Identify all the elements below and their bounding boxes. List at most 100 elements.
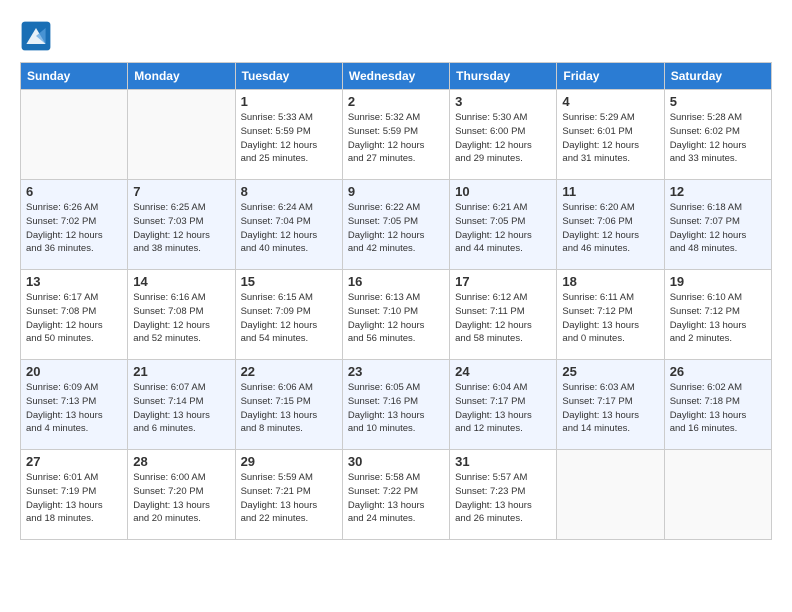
calendar-header-sunday: Sunday	[21, 63, 128, 90]
day-info: Sunrise: 6:20 AM Sunset: 7:06 PM Dayligh…	[562, 201, 658, 256]
day-number: 15	[241, 274, 337, 289]
day-number: 19	[670, 274, 766, 289]
day-number: 5	[670, 94, 766, 109]
day-info: Sunrise: 6:12 AM Sunset: 7:11 PM Dayligh…	[455, 291, 551, 346]
page-header	[20, 20, 772, 52]
calendar-cell: 2 Sunrise: 5:32 AM Sunset: 5:59 PM Daylig…	[342, 90, 449, 180]
calendar-header-row: SundayMondayTuesdayWednesdayThursdayFrid…	[21, 63, 772, 90]
day-number: 18	[562, 274, 658, 289]
day-info: Sunrise: 6:15 AM Sunset: 7:09 PM Dayligh…	[241, 291, 337, 346]
calendar-cell: 29 Sunrise: 5:59 AM Sunset: 7:21 PM Dayli…	[235, 450, 342, 540]
calendar-cell: 18 Sunrise: 6:11 AM Sunset: 7:12 PM Dayli…	[557, 270, 664, 360]
day-number: 28	[133, 454, 229, 469]
calendar-cell: 13 Sunrise: 6:17 AM Sunset: 7:08 PM Dayli…	[21, 270, 128, 360]
day-info: Sunrise: 6:25 AM Sunset: 7:03 PM Dayligh…	[133, 201, 229, 256]
day-number: 17	[455, 274, 551, 289]
calendar-header-friday: Friday	[557, 63, 664, 90]
day-number: 27	[26, 454, 122, 469]
day-number: 26	[670, 364, 766, 379]
calendar-header-saturday: Saturday	[664, 63, 771, 90]
day-info: Sunrise: 6:09 AM Sunset: 7:13 PM Dayligh…	[26, 381, 122, 436]
day-number: 25	[562, 364, 658, 379]
calendar-cell: 9 Sunrise: 6:22 AM Sunset: 7:05 PM Daylig…	[342, 180, 449, 270]
calendar-cell: 17 Sunrise: 6:12 AM Sunset: 7:11 PM Dayli…	[450, 270, 557, 360]
day-info: Sunrise: 5:32 AM Sunset: 5:59 PM Dayligh…	[348, 111, 444, 166]
calendar-cell: 6Sunrise: 6:26 AM Sunset: 7:02 PM Daylig…	[21, 180, 128, 270]
calendar-header-thursday: Thursday	[450, 63, 557, 90]
calendar-cell: 8 Sunrise: 6:24 AM Sunset: 7:04 PM Daylig…	[235, 180, 342, 270]
day-number: 1	[241, 94, 337, 109]
day-info: Sunrise: 6:16 AM Sunset: 7:08 PM Dayligh…	[133, 291, 229, 346]
day-info: Sunrise: 6:03 AM Sunset: 7:17 PM Dayligh…	[562, 381, 658, 436]
calendar-cell: 14 Sunrise: 6:16 AM Sunset: 7:08 PM Dayli…	[128, 270, 235, 360]
calendar-cell: 28 Sunrise: 6:00 AM Sunset: 7:20 PM Dayli…	[128, 450, 235, 540]
day-info: Sunrise: 6:21 AM Sunset: 7:05 PM Dayligh…	[455, 201, 551, 256]
day-number: 16	[348, 274, 444, 289]
day-number: 3	[455, 94, 551, 109]
calendar-cell: 16 Sunrise: 6:13 AM Sunset: 7:10 PM Dayli…	[342, 270, 449, 360]
day-info: Sunrise: 6:00 AM Sunset: 7:20 PM Dayligh…	[133, 471, 229, 526]
calendar-cell: 10 Sunrise: 6:21 AM Sunset: 7:05 PM Dayli…	[450, 180, 557, 270]
calendar-cell: 21Sunrise: 6:07 AM Sunset: 7:14 PM Dayli…	[128, 360, 235, 450]
day-info: Sunrise: 6:18 AM Sunset: 7:07 PM Dayligh…	[670, 201, 766, 256]
day-info: Sunrise: 6:11 AM Sunset: 7:12 PM Dayligh…	[562, 291, 658, 346]
calendar-cell	[128, 90, 235, 180]
calendar-cell: 22Sunrise: 6:06 AM Sunset: 7:15 PM Dayli…	[235, 360, 342, 450]
day-info: Sunrise: 5:58 AM Sunset: 7:22 PM Dayligh…	[348, 471, 444, 526]
day-info: Sunrise: 6:24 AM Sunset: 7:04 PM Dayligh…	[241, 201, 337, 256]
day-number: 10	[455, 184, 551, 199]
calendar-cell: 3Sunrise: 5:30 AM Sunset: 6:00 PM Daylig…	[450, 90, 557, 180]
day-info: Sunrise: 6:06 AM Sunset: 7:15 PM Dayligh…	[241, 381, 337, 436]
calendar-cell: 26 Sunrise: 6:02 AM Sunset: 7:18 PM Dayli…	[664, 360, 771, 450]
day-info: Sunrise: 6:02 AM Sunset: 7:18 PM Dayligh…	[670, 381, 766, 436]
day-info: Sunrise: 5:57 AM Sunset: 7:23 PM Dayligh…	[455, 471, 551, 526]
calendar-cell: 27 Sunrise: 6:01 AM Sunset: 7:19 PM Dayli…	[21, 450, 128, 540]
day-info: Sunrise: 6:22 AM Sunset: 7:05 PM Dayligh…	[348, 201, 444, 256]
calendar-cell: 7Sunrise: 6:25 AM Sunset: 7:03 PM Daylig…	[128, 180, 235, 270]
day-number: 24	[455, 364, 551, 379]
day-info: Sunrise: 6:01 AM Sunset: 7:19 PM Dayligh…	[26, 471, 122, 526]
day-info: Sunrise: 6:13 AM Sunset: 7:10 PM Dayligh…	[348, 291, 444, 346]
day-number: 13	[26, 274, 122, 289]
calendar-header-monday: Monday	[128, 63, 235, 90]
day-number: 20	[26, 364, 122, 379]
logo	[20, 20, 56, 52]
day-number: 2	[348, 94, 444, 109]
calendar-week-row: 13 Sunrise: 6:17 AM Sunset: 7:08 PM Dayli…	[21, 270, 772, 360]
day-info: Sunrise: 5:28 AM Sunset: 6:02 PM Dayligh…	[670, 111, 766, 166]
calendar-cell: 1 Sunrise: 5:33 AM Sunset: 5:59 PM Daylig…	[235, 90, 342, 180]
day-number: 29	[241, 454, 337, 469]
calendar-week-row: 20 Sunrise: 6:09 AM Sunset: 7:13 PM Dayli…	[21, 360, 772, 450]
calendar-cell: 5 Sunrise: 5:28 AM Sunset: 6:02 PM Daylig…	[664, 90, 771, 180]
day-info: Sunrise: 5:59 AM Sunset: 7:21 PM Dayligh…	[241, 471, 337, 526]
day-number: 4	[562, 94, 658, 109]
day-number: 9	[348, 184, 444, 199]
calendar-cell	[21, 90, 128, 180]
day-info: Sunrise: 5:33 AM Sunset: 5:59 PM Dayligh…	[241, 111, 337, 166]
calendar-cell: 23Sunrise: 6:05 AM Sunset: 7:16 PM Dayli…	[342, 360, 449, 450]
calendar-cell: 4 Sunrise: 5:29 AM Sunset: 6:01 PM Daylig…	[557, 90, 664, 180]
day-number: 31	[455, 454, 551, 469]
calendar-cell: 25 Sunrise: 6:03 AM Sunset: 7:17 PM Dayli…	[557, 360, 664, 450]
calendar-cell	[664, 450, 771, 540]
day-info: Sunrise: 6:17 AM Sunset: 7:08 PM Dayligh…	[26, 291, 122, 346]
day-info: Sunrise: 5:29 AM Sunset: 6:01 PM Dayligh…	[562, 111, 658, 166]
calendar-header-wednesday: Wednesday	[342, 63, 449, 90]
calendar-cell: 11 Sunrise: 6:20 AM Sunset: 7:06 PM Dayli…	[557, 180, 664, 270]
day-info: Sunrise: 6:05 AM Sunset: 7:16 PM Dayligh…	[348, 381, 444, 436]
day-number: 8	[241, 184, 337, 199]
day-info: Sunrise: 6:10 AM Sunset: 7:12 PM Dayligh…	[670, 291, 766, 346]
day-info: Sunrise: 6:04 AM Sunset: 7:17 PM Dayligh…	[455, 381, 551, 436]
day-number: 14	[133, 274, 229, 289]
calendar-cell: 12 Sunrise: 6:18 AM Sunset: 7:07 PM Dayli…	[664, 180, 771, 270]
day-info: Sunrise: 6:07 AM Sunset: 7:14 PM Dayligh…	[133, 381, 229, 436]
calendar-week-row: 27 Sunrise: 6:01 AM Sunset: 7:19 PM Dayli…	[21, 450, 772, 540]
calendar-week-row: 6Sunrise: 6:26 AM Sunset: 7:02 PM Daylig…	[21, 180, 772, 270]
calendar-cell: 31 Sunrise: 5:57 AM Sunset: 7:23 PM Dayli…	[450, 450, 557, 540]
calendar-cell: 20 Sunrise: 6:09 AM Sunset: 7:13 PM Dayli…	[21, 360, 128, 450]
day-number: 11	[562, 184, 658, 199]
logo-icon	[20, 20, 52, 52]
calendar-table: SundayMondayTuesdayWednesdayThursdayFrid…	[20, 62, 772, 540]
day-number: 12	[670, 184, 766, 199]
calendar-week-row: 1 Sunrise: 5:33 AM Sunset: 5:59 PM Daylig…	[21, 90, 772, 180]
